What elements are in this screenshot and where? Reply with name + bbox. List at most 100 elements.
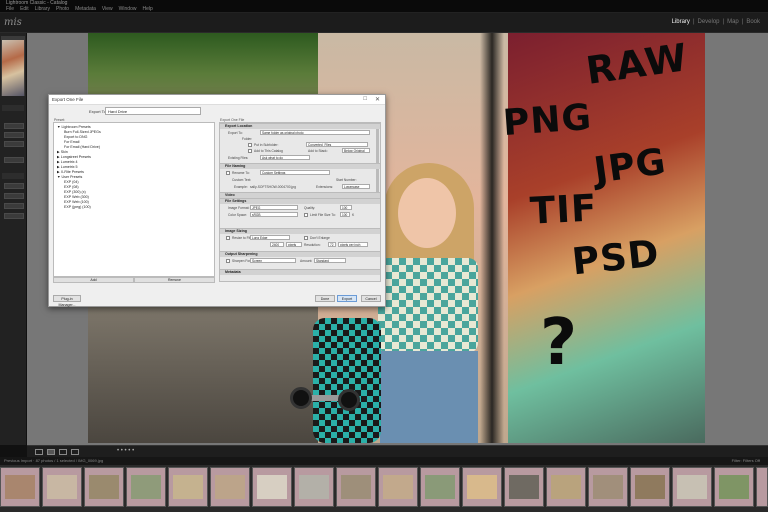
- panel-row[interactable]: [2, 173, 24, 179]
- menu-help[interactable]: Help: [142, 6, 152, 12]
- module-book[interactable]: Book: [746, 19, 760, 25]
- resize-size-input[interactable]: 2400: [270, 242, 284, 247]
- filmstrip-source-path[interactable]: Previous Import · 87 photos / 1 selected…: [4, 458, 103, 463]
- preset-folder[interactable]: ▼ Lightroom Presets: [57, 125, 91, 129]
- panel-button[interactable]: [4, 132, 24, 138]
- export-settings-panel[interactable]: Export Location Export To: Same folder a…: [219, 122, 381, 282]
- rating-dots-icon[interactable]: • • • • •: [117, 448, 134, 454]
- remove-preset-button[interactable]: Remove: [134, 277, 215, 283]
- section-file-settings[interactable]: File Settings: [220, 198, 380, 204]
- menu-photo[interactable]: Photo: [56, 6, 69, 12]
- panel-button[interactable]: [4, 203, 24, 209]
- export-to-select[interactable]: Hard Drive: [105, 107, 201, 115]
- preset-item[interactable]: EXP (jpeg) (100): [64, 205, 91, 209]
- filmstrip-thumbnail[interactable]: [84, 467, 124, 507]
- panel-button[interactable]: [4, 213, 24, 219]
- filmstrip-filter[interactable]: Filter: Filters Off: [732, 458, 760, 463]
- panel-button[interactable]: [4, 141, 24, 147]
- image-format-select[interactable]: JPEG: [250, 205, 298, 210]
- preset-folder[interactable]: ▶ Longstreet Presets: [57, 155, 91, 159]
- subfolder-input[interactable]: Converted_Files: [306, 142, 368, 147]
- grid-view-icon[interactable]: [35, 449, 43, 455]
- preset-item[interactable]: EXP (04): [64, 180, 79, 184]
- preset-item[interactable]: Export to DNG: [64, 135, 87, 139]
- panel-row[interactable]: [2, 105, 24, 111]
- compare-view-icon[interactable]: [59, 449, 67, 455]
- plugin-manager-button[interactable]: Plug-in Manager...: [53, 295, 81, 307]
- cancel-button[interactable]: Cancel: [361, 295, 381, 302]
- existing-files-select[interactable]: Ask what to do: [260, 155, 310, 160]
- resolution-unit-select[interactable]: pixels per inch: [338, 242, 368, 247]
- amount-select[interactable]: Standard: [314, 258, 346, 263]
- close-icon[interactable]: ✕: [375, 96, 380, 103]
- filmstrip-thumbnail[interactable]: [420, 467, 460, 507]
- preset-item[interactable]: EXP (300) (x): [64, 190, 86, 194]
- add-preset-button[interactable]: Add: [53, 277, 134, 283]
- preset-item[interactable]: Burn Full-Sized JPEGs: [64, 130, 101, 134]
- menu-edit[interactable]: Edit: [20, 6, 29, 12]
- resize-checkbox[interactable]: [226, 236, 230, 240]
- filmstrip-thumbnail[interactable]: [588, 467, 628, 507]
- menu-library[interactable]: Library: [35, 6, 50, 12]
- limit-file-size-input[interactable]: 100: [340, 212, 350, 217]
- export-location-select[interactable]: Same folder as original photo: [260, 130, 370, 135]
- filmstrip-thumbnail[interactable]: [378, 467, 418, 507]
- color-space-select[interactable]: sRGB: [250, 212, 298, 217]
- module-library[interactable]: Library: [672, 19, 690, 25]
- menu-window[interactable]: Window: [119, 6, 137, 12]
- menu-metadata[interactable]: Metadata: [75, 6, 96, 12]
- menu-view[interactable]: View: [102, 6, 113, 12]
- sharpen-checkbox[interactable]: [226, 259, 230, 263]
- resize-mode-select[interactable]: Long Edge: [250, 235, 290, 240]
- filmstrip-thumbnail[interactable]: [504, 467, 544, 507]
- module-map[interactable]: Map: [727, 19, 739, 25]
- preset-item[interactable]: EXP (08): [64, 185, 79, 189]
- filmstrip-thumbnail[interactable]: [756, 467, 768, 507]
- subfolder-checkbox[interactable]: [248, 143, 252, 147]
- section-file-naming[interactable]: File Naming: [220, 163, 380, 169]
- sharpen-for-select[interactable]: Screen: [250, 258, 296, 263]
- filmstrip-thumbnail[interactable]: [462, 467, 502, 507]
- preset-folder[interactable]: ▼ User Presets: [57, 175, 82, 179]
- preset-folder[interactable]: ▶ Lumetrix 5: [57, 165, 78, 169]
- add-to-stack-select[interactable]: Below Original: [342, 148, 370, 153]
- panel-button[interactable]: [4, 183, 24, 189]
- section-image-sizing[interactable]: Image Sizing: [220, 228, 380, 234]
- filmstrip-thumbnail[interactable]: [672, 467, 712, 507]
- maximize-icon[interactable]: □: [363, 96, 367, 102]
- filmstrip-thumbnail[interactable]: [168, 467, 208, 507]
- rename-checkbox[interactable]: [226, 171, 230, 175]
- preset-folder[interactable]: ▶ Lumetrix 4: [57, 160, 78, 164]
- panel-button[interactable]: [4, 193, 24, 199]
- filmstrip-thumbnail[interactable]: [714, 467, 754, 507]
- filmstrip-thumbnail[interactable]: [294, 467, 334, 507]
- preset-item[interactable]: For Email: [64, 140, 79, 144]
- filmstrip-thumbnail[interactable]: [126, 467, 166, 507]
- preset-folder[interactable]: ▶ X-Rite Presets: [57, 170, 84, 174]
- rename-select[interactable]: Custom Settings: [260, 170, 330, 175]
- quality-input[interactable]: 100: [340, 205, 352, 210]
- filmstrip-thumbnail[interactable]: [336, 467, 376, 507]
- preset-item[interactable]: For Email (Hard Drive): [64, 145, 100, 149]
- filter-value[interactable]: Filters Off: [743, 458, 760, 463]
- extensions-select[interactable]: Lowercase: [342, 184, 370, 189]
- navigator-panel[interactable]: [1, 36, 25, 96]
- resolution-input[interactable]: 72: [328, 242, 336, 247]
- filmstrip-thumbnail[interactable]: [210, 467, 250, 507]
- section-metadata[interactable]: Metadata: [220, 269, 380, 275]
- done-button[interactable]: Done: [315, 295, 335, 302]
- add-to-catalog-checkbox[interactable]: [248, 149, 252, 153]
- loupe-view-icon[interactable]: [47, 449, 55, 455]
- settings-scrollbar[interactable]: [376, 124, 379, 194]
- preset-item[interactable]: EXP Web (300): [64, 195, 89, 199]
- filmstrip-thumbnail[interactable]: [546, 467, 586, 507]
- resize-unit-select[interactable]: pixels: [286, 242, 302, 247]
- filmstrip-thumbnail[interactable]: [252, 467, 292, 507]
- filmstrip-thumbnail[interactable]: [630, 467, 670, 507]
- filmstrip-thumbnail[interactable]: [42, 467, 82, 507]
- panel-button[interactable]: [4, 157, 24, 163]
- limit-file-size-checkbox[interactable]: [304, 213, 308, 217]
- export-button[interactable]: Export: [337, 295, 357, 302]
- preset-item[interactable]: EXP Web (100): [64, 200, 89, 204]
- module-develop[interactable]: Develop: [698, 19, 720, 25]
